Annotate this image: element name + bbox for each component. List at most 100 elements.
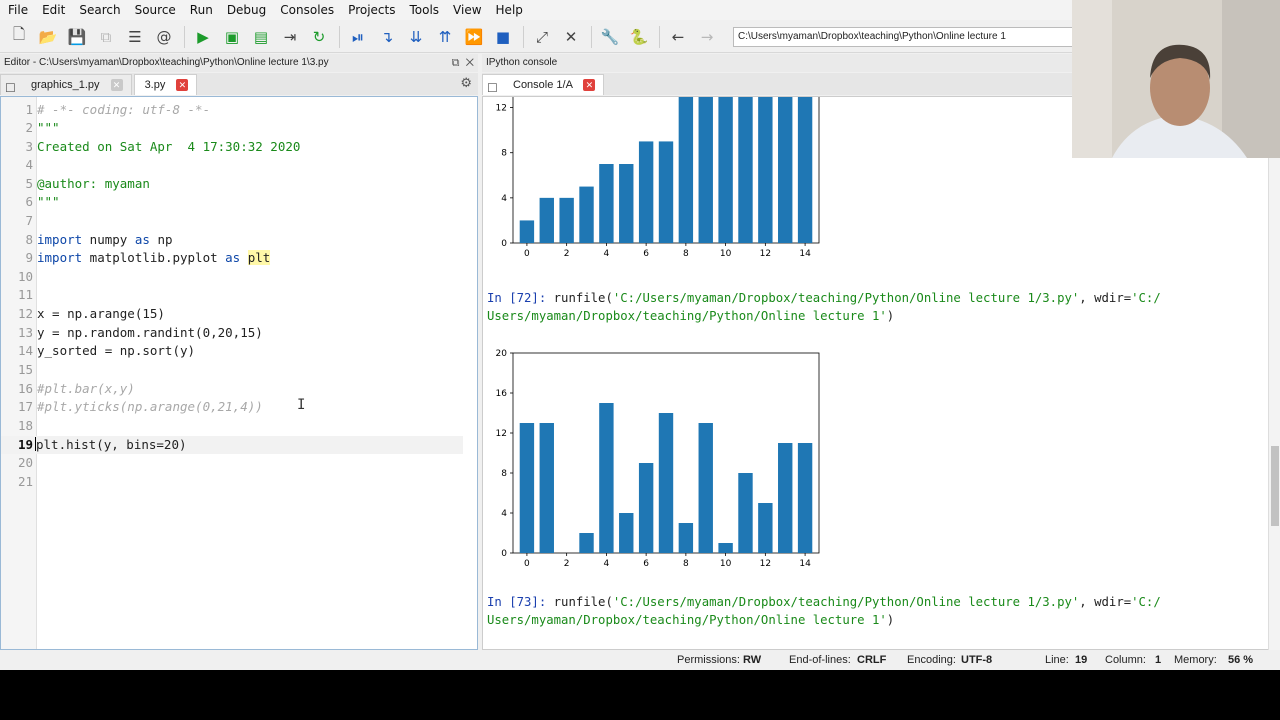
histogram-bar bbox=[658, 141, 674, 243]
run-icon[interactable]: ▶ bbox=[192, 26, 214, 48]
console-scrollbar[interactable] bbox=[1268, 96, 1280, 650]
code-editor[interactable]: 1 # -*- coding: utf-8 -*- 2 """ 3 Created o… bbox=[0, 96, 478, 650]
step-icon[interactable]: ↴ bbox=[376, 26, 398, 48]
histogram-bar bbox=[599, 403, 614, 553]
close-pane-icon[interactable]: ✕ bbox=[466, 57, 474, 69]
scrollbar-thumb[interactable] bbox=[1271, 446, 1279, 526]
editor-tabs: ☐ graphics_1.py ✕ 3.py ✕ ⚙ bbox=[0, 73, 478, 95]
run-selection-icon[interactable]: ⇥ bbox=[279, 26, 301, 48]
y-tick-label: 8 bbox=[501, 469, 507, 479]
y-tick-label: 12 bbox=[496, 104, 507, 114]
status-permissions-label: Permissions: bbox=[677, 654, 740, 666]
console-input-73-cont: Users/myaman/Dropbox/teaching/Python/Onl… bbox=[487, 613, 895, 627]
menu-help[interactable]: Help bbox=[492, 3, 533, 17]
x-tick-label: 12 bbox=[760, 249, 771, 257]
tab-3-py[interactable]: 3.py ✕ bbox=[133, 74, 198, 95]
tab-graphics-1[interactable]: ☐ graphics_1.py ✕ bbox=[0, 74, 132, 95]
continue-icon[interactable]: ⏩ bbox=[463, 26, 485, 48]
status-permissions: RW bbox=[743, 654, 762, 666]
options-gear-icon[interactable]: ⚙ bbox=[460, 76, 472, 91]
x-tick-label: 8 bbox=[683, 559, 689, 569]
maximize-pane-icon[interactable]: ⤢ bbox=[531, 26, 553, 48]
menu-search[interactable]: Search bbox=[75, 3, 130, 17]
list-icon[interactable]: ☰ bbox=[124, 26, 146, 48]
editor-title-text: Editor - C:\Users\myaman\Dropbox\teachin… bbox=[4, 57, 329, 68]
save-all-icon[interactable]: ⧉ bbox=[95, 26, 117, 48]
code-line: 6 """ bbox=[25, 194, 60, 209]
undock-icon[interactable]: ⧉ bbox=[452, 57, 460, 69]
back-arrow-icon[interactable]: ← bbox=[667, 26, 689, 48]
toolbar-separator bbox=[591, 25, 592, 48]
debug-icon[interactable]: ⏯ bbox=[347, 26, 369, 48]
menu-source[interactable]: Source bbox=[131, 3, 186, 17]
webcam-overlay bbox=[1072, 0, 1280, 158]
close-tab-icon[interactable]: ✕ bbox=[176, 79, 189, 91]
tab-console-1a[interactable]: ☐ Console 1/A ✕ bbox=[482, 74, 605, 95]
menu-file[interactable]: File bbox=[4, 3, 38, 17]
at-icon[interactable]: @ bbox=[153, 26, 175, 48]
menu-consoles[interactable]: Consoles bbox=[276, 3, 344, 17]
menu-debug[interactable]: Debug bbox=[223, 3, 276, 17]
code-line: 4 bbox=[25, 157, 33, 172]
step-into-icon[interactable]: ⇊ bbox=[405, 26, 427, 48]
close-tab-icon[interactable]: ✕ bbox=[583, 79, 596, 91]
menu-view[interactable]: View bbox=[449, 3, 491, 17]
menu-edit[interactable]: Edit bbox=[38, 3, 75, 17]
open-file-icon[interactable]: 📂 bbox=[37, 26, 59, 48]
histogram-bar bbox=[619, 513, 634, 553]
histogram-bar bbox=[738, 473, 753, 553]
x-tick-label: 0 bbox=[524, 559, 530, 569]
x-tick-label: 14 bbox=[799, 249, 811, 257]
preferences-icon[interactable]: 🔧 bbox=[599, 26, 621, 48]
histogram-bar bbox=[579, 186, 594, 243]
code-line: 12 x = np.arange(15) bbox=[17, 306, 165, 321]
run-cell-advance-icon[interactable]: ▤ bbox=[250, 26, 272, 48]
forward-arrow-icon[interactable]: → bbox=[696, 26, 718, 48]
code-line: 1 # -*- coding: utf-8 -*- bbox=[25, 102, 211, 117]
ipython-console[interactable]: 0 2 4 6 8 10 12 14 0 4 8 12 In [72]: runfile('C:/Us… bbox=[482, 96, 1274, 650]
status-line-label: Line: bbox=[1045, 654, 1069, 666]
status-eol: CRLF bbox=[857, 654, 887, 666]
menu-run[interactable]: Run bbox=[186, 3, 223, 17]
menu-projects[interactable]: Projects bbox=[344, 3, 405, 17]
toolbar-separator bbox=[523, 25, 524, 48]
toolbar-separator bbox=[659, 25, 660, 48]
rerun-icon[interactable]: ↻ bbox=[308, 26, 330, 48]
histogram-bar bbox=[778, 443, 793, 553]
console-input-73: In [73]: runfile('C:/Users/myaman/Dropbo… bbox=[487, 595, 1161, 609]
histogram-bar bbox=[678, 523, 694, 553]
code-line: 20 bbox=[17, 455, 33, 470]
y-tick-label: 12 bbox=[496, 429, 507, 439]
histogram-plot-2: 0 2 4 6 8 10 12 14 0 4 8 12 16 20 bbox=[496, 349, 820, 569]
tab-label: 3.py bbox=[144, 79, 166, 91]
y-tick-label: 0 bbox=[501, 549, 507, 559]
histogram-bar bbox=[619, 164, 634, 243]
y-tick-label: 0 bbox=[501, 239, 507, 249]
text-cursor-ibeam-icon: I bbox=[297, 397, 306, 413]
stop-icon[interactable]: ■ bbox=[492, 26, 514, 48]
histogram-bar bbox=[519, 423, 535, 553]
video-letterbox bbox=[0, 670, 1280, 720]
code-line: 14 y_sorted = np.sort(y) bbox=[17, 343, 196, 358]
working-directory-input[interactable]: C:\Users\myaman\Dropbox\teaching\Python\… bbox=[733, 26, 1073, 47]
run-cell-icon[interactable]: ▣ bbox=[221, 26, 243, 48]
close-tab-icon[interactable]: ✕ bbox=[110, 79, 123, 91]
histogram-bar bbox=[797, 443, 813, 553]
x-tick-label: 12 bbox=[760, 559, 771, 569]
new-file-icon[interactable]: 🗋 bbox=[8, 25, 30, 48]
histogram-bar bbox=[638, 141, 654, 243]
status-line: 19 bbox=[1075, 654, 1088, 666]
step-return-icon[interactable]: ⇈ bbox=[434, 26, 456, 48]
histogram-bar bbox=[778, 97, 793, 243]
x-tick-label: 8 bbox=[683, 249, 689, 257]
histogram-bar bbox=[738, 97, 753, 243]
x-tick-label: 10 bbox=[720, 249, 732, 257]
editor-pane-title: Editor - C:\Users\myaman\Dropbox\teachin… bbox=[0, 54, 478, 72]
menu-tools[interactable]: Tools bbox=[405, 3, 449, 17]
save-icon[interactable]: 💾 bbox=[66, 26, 88, 48]
toolbar-separator bbox=[184, 25, 185, 48]
status-encoding: UTF-8 bbox=[961, 654, 993, 666]
fullscreen-icon[interactable]: ✕ bbox=[560, 26, 582, 48]
presenter-video bbox=[1072, 0, 1280, 158]
python-path-icon[interactable]: 🐍 bbox=[628, 26, 650, 48]
